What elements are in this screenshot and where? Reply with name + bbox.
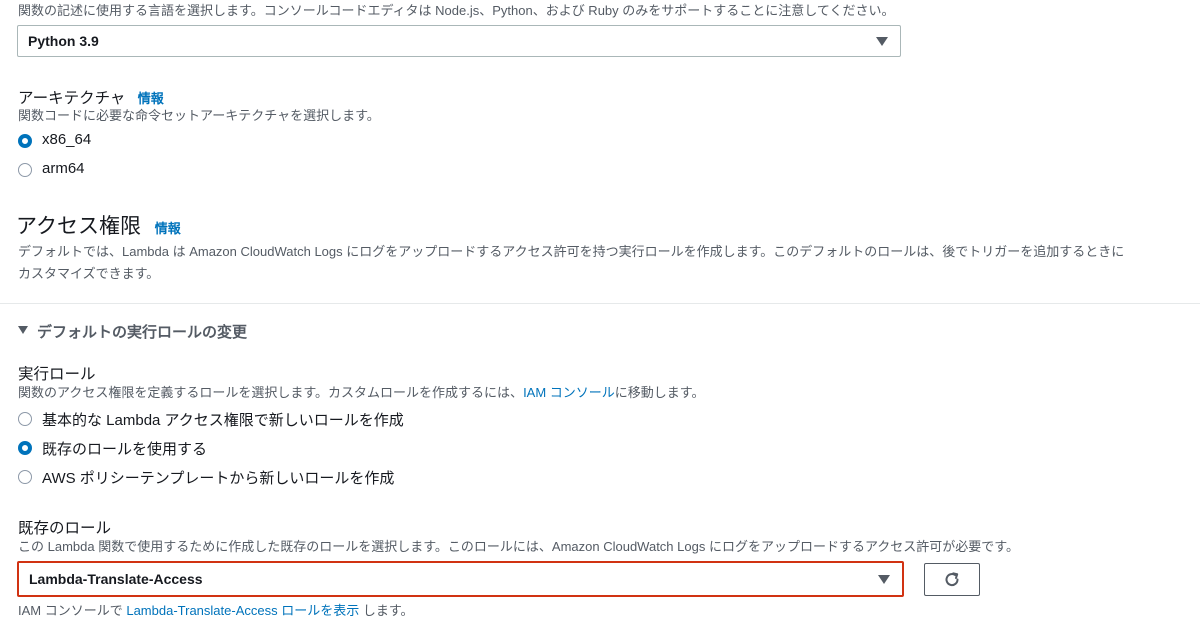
refresh-button[interactable] bbox=[924, 563, 980, 596]
permissions-heading: アクセス権限 情報 bbox=[16, 210, 181, 240]
architecture-option-label: x86_64 bbox=[42, 131, 92, 148]
runtime-select-value: Python 3.9 bbox=[28, 33, 99, 49]
runtime-select[interactable]: Python 3.9 bbox=[17, 25, 901, 57]
refresh-icon bbox=[945, 572, 959, 587]
permissions-info-link[interactable]: 情報 bbox=[155, 221, 181, 236]
execution-role-option-label: 基本的な Lambda アクセス権限で新しいロールを作成 bbox=[42, 412, 404, 429]
architecture-title: アーキテクチャ bbox=[18, 90, 126, 107]
execution-role-description-suffix: に移動します。 bbox=[614, 385, 705, 400]
existing-role-select-value: Lambda-Translate-Access bbox=[29, 571, 203, 587]
radio-button[interactable] bbox=[18, 134, 32, 148]
execution-role-description-prefix: 関数のアクセス権限を定義するロールを選択します。カスタムロールを作成するには、 bbox=[18, 385, 524, 400]
triangle-down-icon[interactable] bbox=[18, 326, 28, 334]
caret-down-icon bbox=[878, 575, 890, 584]
execution-role-title: 実行ロール bbox=[18, 366, 96, 383]
iam-console-link[interactable]: IAM コンソール bbox=[523, 385, 615, 400]
existing-role-footer-suffix: します。 bbox=[359, 603, 414, 618]
architecture-info-link[interactable]: 情報 bbox=[138, 91, 164, 106]
radio-button[interactable] bbox=[18, 470, 32, 484]
caret-down-icon bbox=[876, 37, 888, 46]
radio-button[interactable] bbox=[18, 441, 32, 455]
permissions-title: アクセス権限 bbox=[16, 215, 141, 238]
runtime-description: 関数の記述に使用する言語を選択します。コンソールコードエディタは Node.js… bbox=[18, 3, 895, 18]
permissions-description-line2: カスタマイズできます。 bbox=[18, 266, 160, 281]
architecture-option-label: arm64 bbox=[42, 160, 85, 177]
architecture-description: 関数コードに必要な命令セットアーキテクチャを選択します。 bbox=[18, 108, 380, 123]
existing-role-footer-prefix: IAM コンソールで bbox=[18, 603, 127, 618]
radio-button[interactable] bbox=[18, 412, 32, 426]
existing-role-description: この Lambda 関数で使用するために作成した既存のロールを選択します。このロ… bbox=[18, 539, 1019, 554]
existing-role-title: 既存のロール bbox=[18, 520, 112, 537]
existing-role-select[interactable]: Lambda-Translate-Access bbox=[17, 561, 904, 597]
execution-role-expander[interactable]: デフォルトの実行ロールの変更 bbox=[37, 321, 247, 342]
permissions-description-line1: デフォルトでは、Lambda は Amazon CloudWatch Logs … bbox=[18, 244, 1125, 259]
execution-role-description: 関数のアクセス権限を定義するロールを選択します。カスタムロールを作成するには、I… bbox=[18, 384, 705, 402]
radio-button[interactable] bbox=[18, 163, 32, 177]
execution-role-option-label: 既存のロールを使用する bbox=[42, 441, 208, 458]
section-divider bbox=[0, 303, 1200, 304]
existing-role-footer: IAM コンソールで Lambda-Translate-Access ロールを表… bbox=[18, 602, 414, 620]
architecture-heading: アーキテクチャ 情報 bbox=[18, 86, 164, 108]
execution-role-option-label: AWS ポリシーテンプレートから新しいロールを作成 bbox=[42, 470, 395, 487]
view-role-link[interactable]: Lambda-Translate-Access ロールを表示 bbox=[126, 603, 359, 618]
